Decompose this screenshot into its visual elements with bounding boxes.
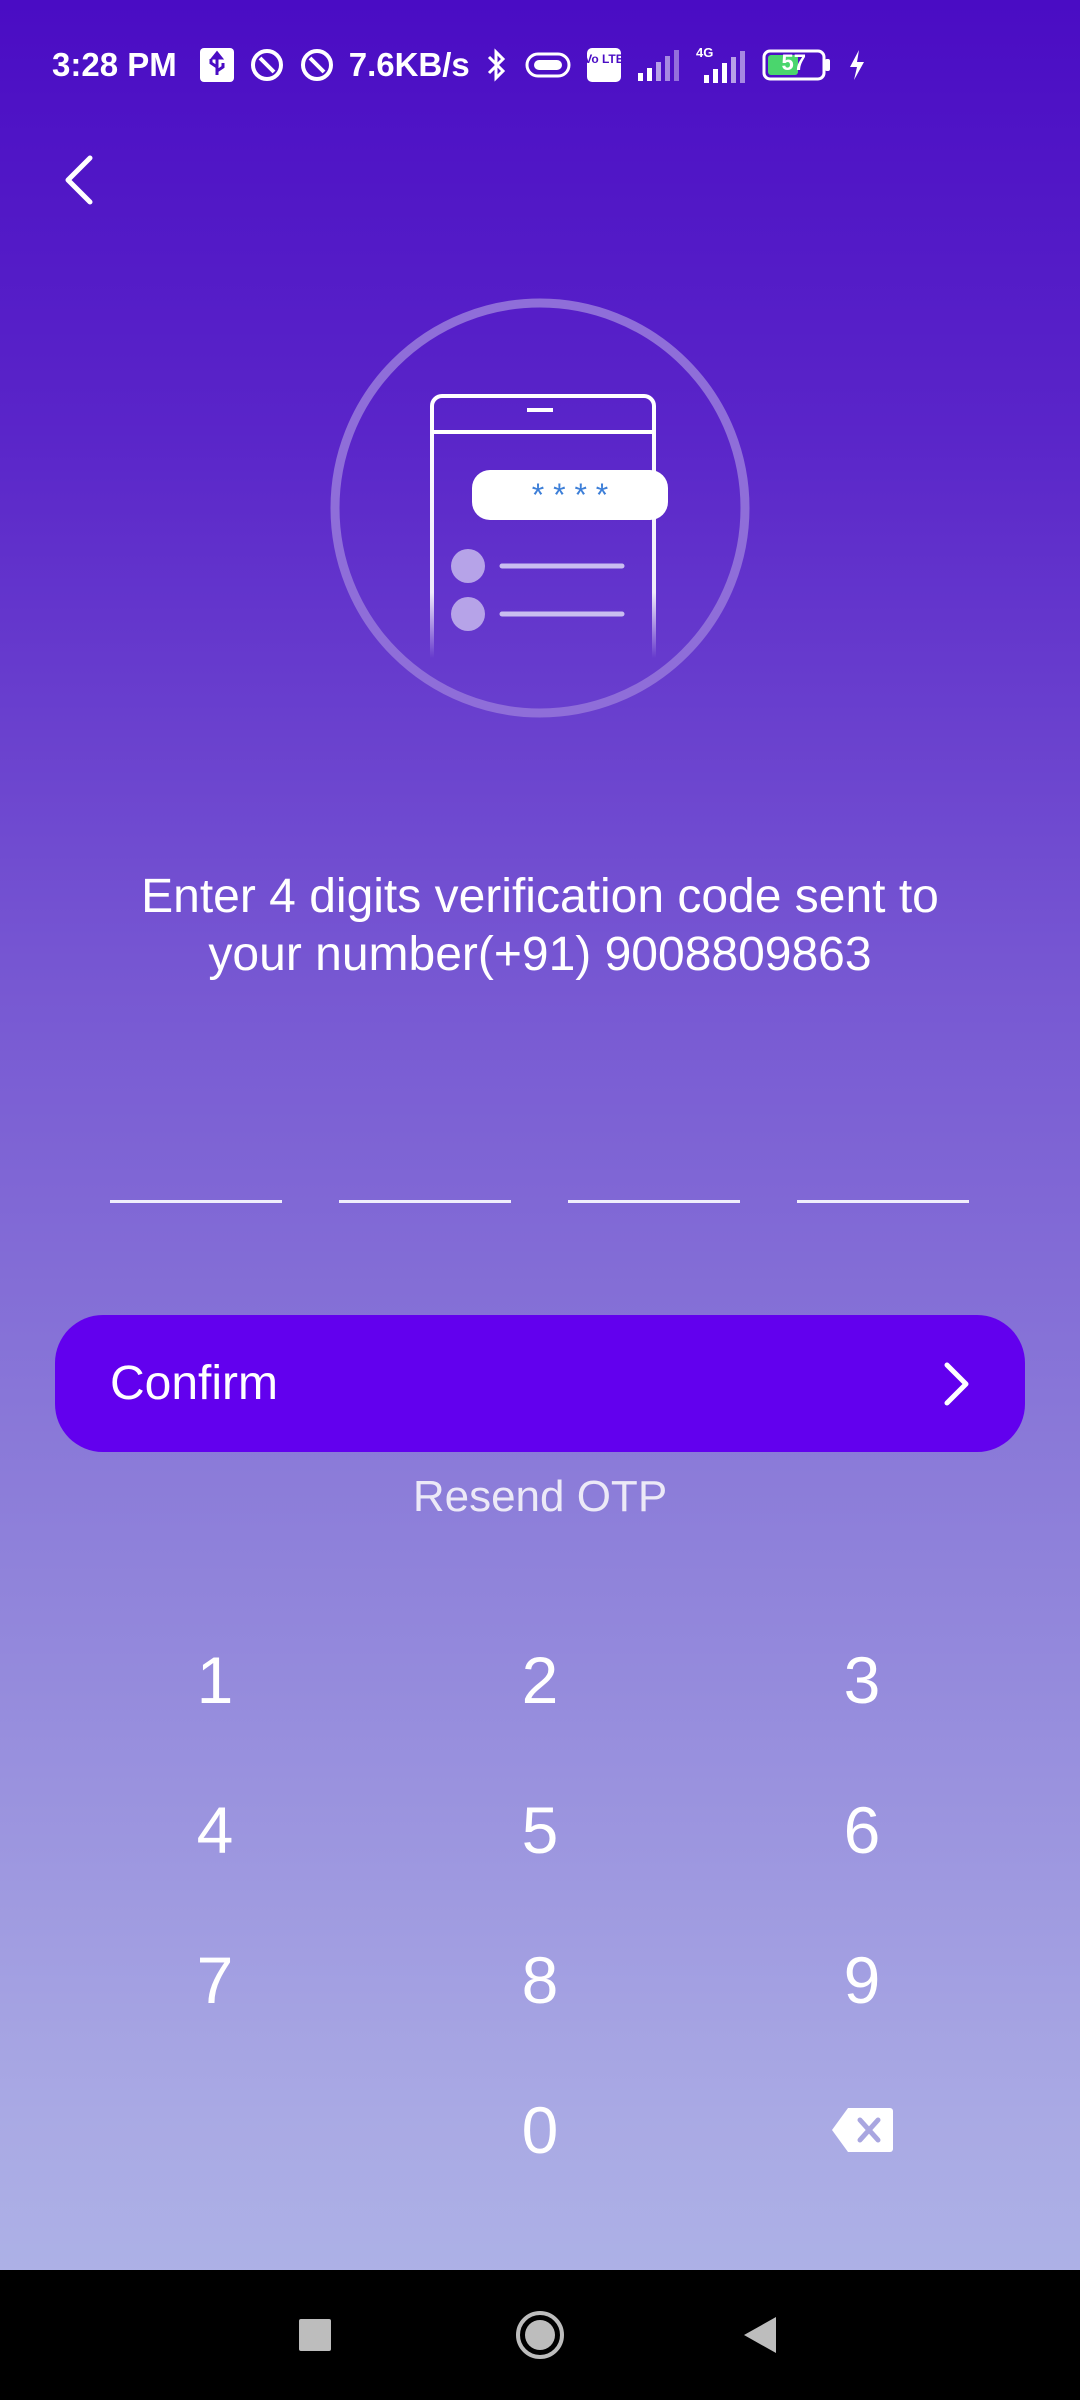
verification-message: Enter 4 digits verification code sent to… (60, 868, 1020, 984)
bluetooth-icon (484, 47, 510, 83)
key-4[interactable]: 4 (65, 1765, 365, 1895)
resend-otp-link[interactable]: Resend OTP (0, 1472, 1080, 1522)
battery-level: 57 (781, 50, 807, 75)
key-9[interactable]: 9 (712, 1915, 1012, 2045)
list-dot (451, 549, 485, 583)
message-bubble: * * * * (472, 470, 668, 520)
key-empty (65, 2065, 365, 2195)
status-bar: 3:28 PM 7.6KB/s Vo LTE 4G 57 (0, 0, 1080, 130)
battery-icon: 57 (762, 47, 832, 83)
message-line-2: your number(+91) 9008809863 (208, 928, 872, 981)
otp-digit-3[interactable] (568, 1200, 740, 1203)
nav-back-button[interactable] (695, 2270, 825, 2400)
back-triangle-icon (744, 2317, 776, 2353)
verification-illustration: * * * * (330, 298, 750, 718)
key-2[interactable]: 2 (390, 1615, 690, 1745)
back-button[interactable] (50, 150, 110, 210)
backspace-icon (832, 2108, 893, 2152)
charging-icon (846, 47, 868, 83)
home-button[interactable] (475, 2270, 605, 2400)
network-speed: 7.6KB/s (348, 46, 470, 83)
list-dot (451, 597, 485, 631)
recents-button[interactable] (250, 2270, 380, 2400)
otp-digit-2[interactable] (339, 1200, 511, 1203)
home-circle-icon (516, 2311, 564, 2359)
confirm-button[interactable]: Confirm (55, 1315, 1025, 1452)
data-saver-icon (249, 47, 285, 83)
volte-icon: Vo LTE (586, 47, 622, 83)
key-1[interactable]: 1 (65, 1615, 365, 1745)
key-0[interactable]: 0 (390, 2065, 690, 2195)
key-3[interactable]: 3 (712, 1615, 1012, 1745)
data-saver-icon (299, 47, 335, 83)
chevron-left-icon (65, 155, 93, 205)
key-6[interactable]: 6 (712, 1765, 1012, 1895)
key-8[interactable]: 8 (390, 1915, 690, 2045)
signal-4g-icon: 4G (694, 45, 748, 85)
message-line-1: Enter 4 digits verification code sent to (141, 870, 939, 923)
status-time: 3:28 PM (52, 46, 177, 83)
network-type-text: 4G (696, 45, 713, 60)
key-7[interactable]: 7 (65, 1915, 365, 2045)
otp-digit-4[interactable] (797, 1200, 969, 1203)
signal-icon (636, 47, 680, 83)
volte-text: Vo LTE (586, 52, 622, 66)
key-5[interactable]: 5 (390, 1765, 690, 1895)
system-nav-bar (0, 2270, 1080, 2400)
vibrate-icon (524, 50, 572, 80)
usb-icon (199, 47, 235, 83)
chevron-right-icon (944, 1362, 969, 1405)
otp-digit-1[interactable] (110, 1200, 282, 1203)
recents-square-icon (299, 2319, 331, 2351)
confirm-label: Confirm (110, 1357, 279, 1410)
code-mask-text: * * * * (532, 477, 608, 513)
backspace-key[interactable] (712, 2065, 1012, 2195)
